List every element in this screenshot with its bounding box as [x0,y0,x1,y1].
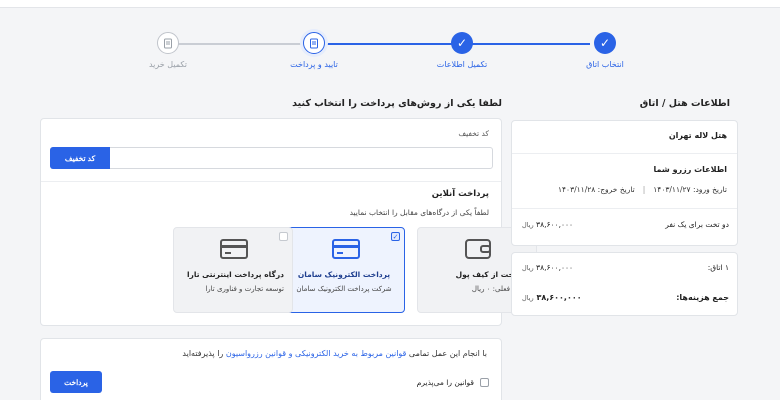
step-label: تکمیل اطلاعات [436,60,488,69]
option-subtitle: شرکت پرداخت الکترونیک سامان [296,285,392,293]
discount-label: کد تخفیف [458,129,489,138]
check-icon: ✓ [451,32,473,54]
option-checkbox[interactable]: ✓ [391,232,400,241]
step-complete-info: ✓ تکمیل اطلاعات [422,32,502,69]
hotel-section-title: اطلاعات هتل / اتاق [639,98,730,109]
total-label: جمع هزینه‌ها: [676,293,729,302]
room-row: دو تخت برای یک نفر ۳۸,۶۰۰,۰۰۰ ریال [522,220,729,229]
apply-discount-button[interactable]: کد تخفیف [50,147,110,169]
checkin: تاریخ ورود: ۱۴۰۳/۱۱/۲۷ [653,185,727,194]
terms-text: با انجام این عمل تمامی قوانین مربوط به خ… [182,349,487,358]
reservation-dates: تاریخ ورود: ۱۴۰۳/۱۱/۲۷ | تاریخ خروج: ۱۴۰… [517,185,727,194]
receipt-icon [303,32,325,54]
terms-prefix: با انجام این عمل تمامی [408,349,487,358]
top-bar [0,0,780,8]
hotel-card: هتل لاله تهران اطلاعات رزرو شما تاریخ ور… [511,120,738,246]
option-checkbox[interactable] [279,232,288,241]
discount-input[interactable] [113,150,489,166]
accept-terms-checkbox[interactable] [480,378,489,387]
wallet-icon [463,236,493,262]
reservation-title: اطلاعات رزرو شما [653,165,727,174]
step-label: تایید و پرداخت [290,60,338,69]
total-row: جمع هزینه‌ها: ۳۸,۶۰۰,۰۰۰ ریال [522,293,729,302]
rooms-row: ۱ اتاق: ۳۸,۶۰۰,۰۰۰ ریال [522,263,729,272]
divider [512,208,737,209]
checkout: تاریخ خروج: ۱۴۰۳/۱۱/۲۸ [558,185,635,194]
payment-card: کد تخفیف کد تخفیف پرداخت آنلاین لطفاً یک… [40,118,537,326]
accept-terms[interactable]: قوانین را می‌پذیرم [417,378,489,387]
step-confirm-pay: تایید و پرداخت [274,32,354,69]
totals-card: ۱ اتاق: ۳۸,۶۰۰,۰۰۰ ریال جمع هزینه‌ها: ۳۸… [511,252,738,316]
pay-button[interactable]: پرداخت [50,371,102,393]
payment-option-saman[interactable]: ✓ پرداخت الکترونیک سامان شرکت پرداخت الک… [285,227,405,313]
card-icon [219,236,249,262]
accept-terms-label: قوانین را می‌پذیرم [416,378,474,387]
terms-link[interactable]: قوانین مربوط به خرید الکترونیکی و قوانین… [226,349,407,358]
step-label: انتخاب اتاق [586,60,624,69]
step-complete-purchase: تکمیل خرید [128,32,208,69]
divider [512,153,737,154]
date-separator: | [642,185,646,194]
terms-suffix: را پذیرفته‌اید [182,349,224,358]
card-icon [331,236,361,262]
payment-section-title: لطفا یکی از روش‌های پرداخت را انتخاب کنی… [292,98,502,109]
rooms-price: ۳۸,۶۰۰,۰۰۰ ریال [522,263,574,272]
room-price: ۳۸,۶۰۰,۰۰۰ ریال [522,220,574,229]
terms-card: با انجام این عمل تمامی قوانین مربوط به خ… [40,338,502,400]
payment-option-tara[interactable]: درگاه پرداخت اینترنتی تارا توسعه تجارت و… [173,227,293,313]
receipt-icon [157,32,179,54]
online-payment-subtitle: لطفاً یکی از درگاه‌های مقابل را انتخاب ن… [349,208,489,217]
online-payment-title: پرداخت آنلاین [431,189,489,199]
option-title: پرداخت الکترونیک سامان [297,270,391,279]
room-description: دو تخت برای یک نفر [665,220,729,229]
discount-field: کد تخفیف [50,147,493,169]
total-price: ۳۸,۶۰۰,۰۰۰ ریال [522,293,582,302]
divider [41,181,501,182]
rooms-label: ۱ اتاق: [707,263,729,272]
option-title: درگاه پرداخت اینترنتی تارا [186,270,284,279]
step-select-room: ✓ انتخاب اتاق [565,32,645,69]
progress-stepper: تکمیل خرید تایید و پرداخت ✓ تکمیل اطلاعا… [140,30,640,80]
option-subtitle: توسعه تجارت و فناوری تارا [205,285,284,293]
step-label: تکمیل خرید [148,60,188,69]
hotel-name: هتل لاله تهران [668,131,727,140]
check-icon: ✓ [594,32,616,54]
